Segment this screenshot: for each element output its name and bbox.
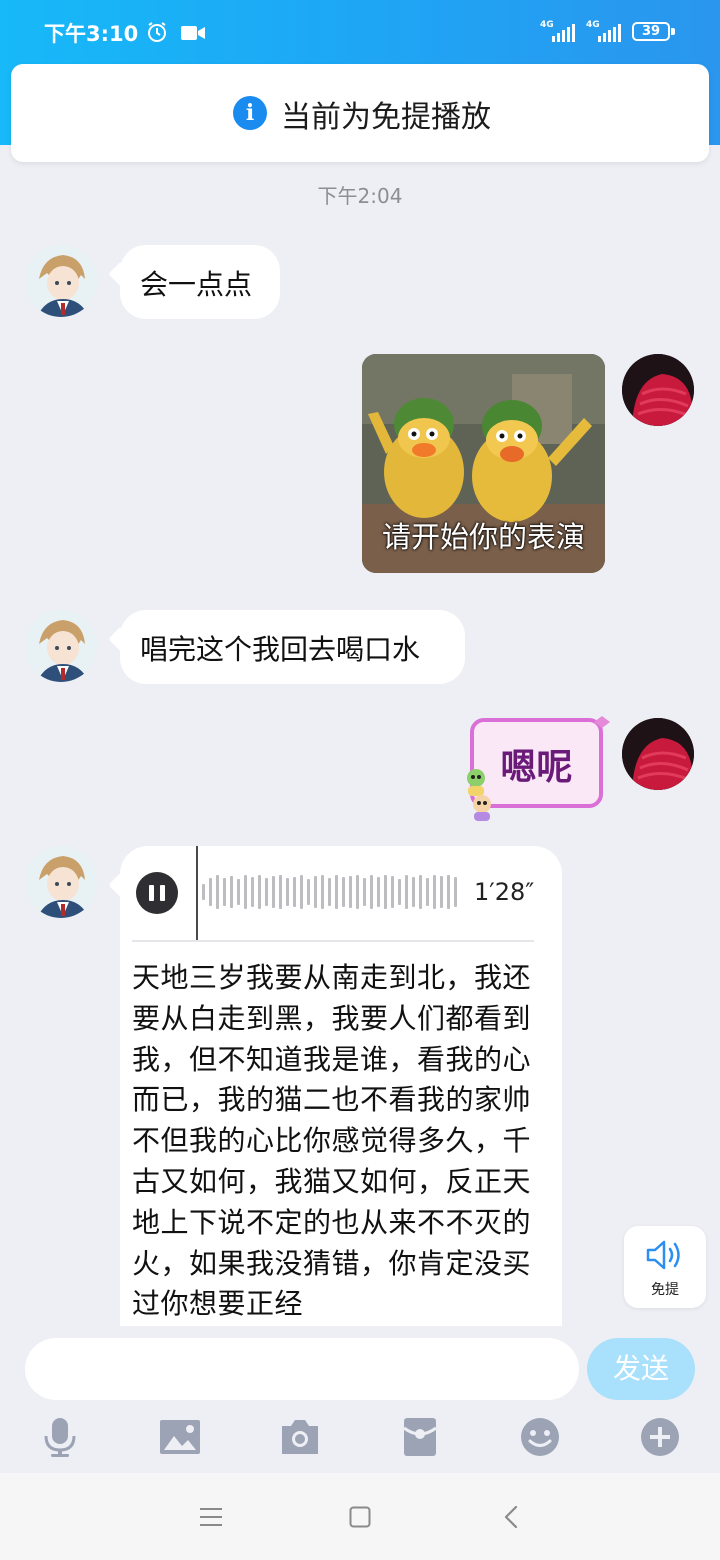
tiny-cartoon-figures-icon [467, 769, 491, 821]
anime-boy-avatar-icon [25, 846, 97, 918]
signal-bars-icon [598, 24, 621, 42]
info-icon: i [233, 96, 267, 130]
friend-avatar[interactable] [25, 245, 97, 317]
status-time: 下午3:10 [44, 22, 139, 46]
red-packet-icon[interactable] [398, 1416, 442, 1458]
video-icon [181, 26, 205, 40]
speaker-icon [646, 1240, 680, 1270]
voice-waveform[interactable] [202, 874, 457, 910]
sticker-caption: 请开始你的表演 [381, 520, 585, 554]
handsfree-label: 免提 [651, 1282, 679, 1298]
anime-boy-avatar-icon [25, 245, 97, 317]
mic-icon[interactable] [38, 1416, 82, 1458]
home-icon[interactable] [349, 1506, 371, 1528]
camera-icon[interactable] [278, 1416, 322, 1458]
composer: 发送 [0, 1326, 720, 1473]
signal-bars-icon [552, 24, 575, 42]
anime-boy-avatar-icon [25, 610, 97, 682]
pause-icon [149, 885, 154, 901]
system-nav-bar [0, 1473, 720, 1560]
emoji-icon[interactable] [518, 1416, 562, 1458]
menu-icon[interactable] [200, 1507, 222, 1527]
friend-avatar[interactable] [25, 846, 97, 918]
friend-avatar[interactable] [25, 610, 97, 682]
send-button[interactable]: 发送 [587, 1338, 695, 1400]
sticker-message[interactable]: 请开始你的表演 [362, 354, 605, 573]
handsfree-toggle-button[interactable]: 免提 [624, 1226, 706, 1308]
back-icon[interactable] [503, 1505, 519, 1529]
plus-icon[interactable] [638, 1416, 682, 1458]
my-avatar[interactable] [622, 718, 694, 790]
sticker-bow-decoration-icon [594, 716, 610, 728]
voice-duration: 1′28″ [474, 878, 535, 906]
message-timestamp: 下午2:04 [317, 184, 403, 208]
notice-text: 当前为免提播放 [281, 100, 491, 135]
message-text: 会一点点 [140, 268, 253, 301]
voice-transcript: 天地三岁我要从南走到北，我还要从白走到黑，我要人们都看到我，但不知道我是谁，看我… [132, 961, 532, 1320]
message-text: 唱完这个我回去喝口水 [140, 633, 421, 666]
alarm-icon [148, 22, 166, 42]
playback-cursor [196, 846, 198, 940]
message-bubble[interactable]: 唱完这个我回去喝口水 [120, 610, 465, 684]
message-input[interactable] [25, 1338, 579, 1400]
red-sweater-avatar-icon [622, 354, 694, 426]
battery-indicator: 39 [632, 22, 670, 41]
divider [132, 940, 534, 942]
red-sweater-avatar-icon [622, 718, 694, 790]
pause-icon [160, 885, 165, 901]
voice-message[interactable]: 1′28″ 天地三岁我要从南走到北，我还要从白走到黑，我要人们都看到我，但不知道… [120, 846, 562, 1326]
handsfree-notice: i 当前为免提播放 [11, 64, 709, 162]
battery-cap [671, 28, 675, 35]
image-icon[interactable] [158, 1416, 202, 1458]
message-bubble[interactable]: 会一点点 [120, 245, 280, 319]
my-avatar[interactable] [622, 354, 694, 426]
pause-button[interactable] [136, 872, 178, 914]
